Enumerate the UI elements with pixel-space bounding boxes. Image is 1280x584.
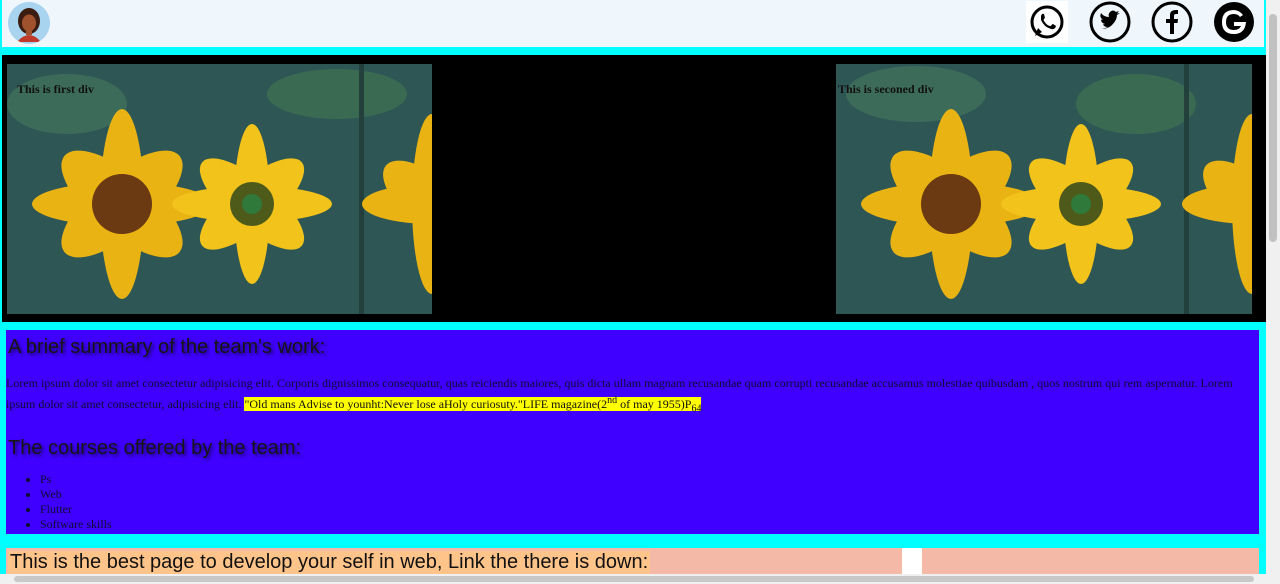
summary-paragraph: Lorem ipsum dolor sit amet consectetur a… xyxy=(6,374,1258,418)
summary-title: A brief summary of the team's work: xyxy=(8,336,326,358)
user-avatar-icon[interactable] xyxy=(8,2,50,44)
quote-sup: nd xyxy=(607,395,618,406)
sunflower-image xyxy=(7,64,432,314)
quote-tail: of may 1955)P xyxy=(617,397,692,411)
second-div: This is seconed div xyxy=(836,64,1252,314)
hero-banner: This is first div This is seconed div xyxy=(2,55,1266,322)
horizontal-scroll-thumb[interactable] xyxy=(14,576,1254,582)
courses-title: The courses offered by the team: xyxy=(8,437,302,459)
bottom-heading: This is the best page to develop your se… xyxy=(8,551,651,574)
quote-sub: 64 xyxy=(691,403,702,415)
whatsapp-icon[interactable] xyxy=(1026,1,1068,43)
course-item: Ps xyxy=(40,472,112,487)
course-item: Software skills xyxy=(40,517,112,532)
vertical-scrollbar[interactable] xyxy=(1266,0,1280,584)
courses-list: Ps Web Flutter Software skills xyxy=(6,472,112,532)
top-header xyxy=(2,0,1264,47)
quote-main: "Old mans Advise to younht:Never lose aH… xyxy=(244,397,608,411)
highlighted-quote: "Old mans Advise to younht:Never lose aH… xyxy=(244,395,702,415)
horizontal-scrollbar[interactable] xyxy=(0,574,1266,584)
google-icon[interactable] xyxy=(1213,1,1255,43)
sunflower-image xyxy=(836,64,1252,314)
course-item: Web xyxy=(40,487,112,502)
facebook-icon[interactable] xyxy=(1151,1,1193,43)
summary-section: A brief summary of the team's work: Lore… xyxy=(6,330,1259,534)
first-div: This is first div xyxy=(7,64,432,314)
vertical-scroll-thumb[interactable] xyxy=(1269,14,1277,242)
twitter-icon[interactable] xyxy=(1089,1,1131,43)
second-div-caption: This is seconed div xyxy=(838,82,934,96)
first-div-caption: This is first div xyxy=(17,82,95,96)
course-item: Flutter xyxy=(40,502,112,517)
